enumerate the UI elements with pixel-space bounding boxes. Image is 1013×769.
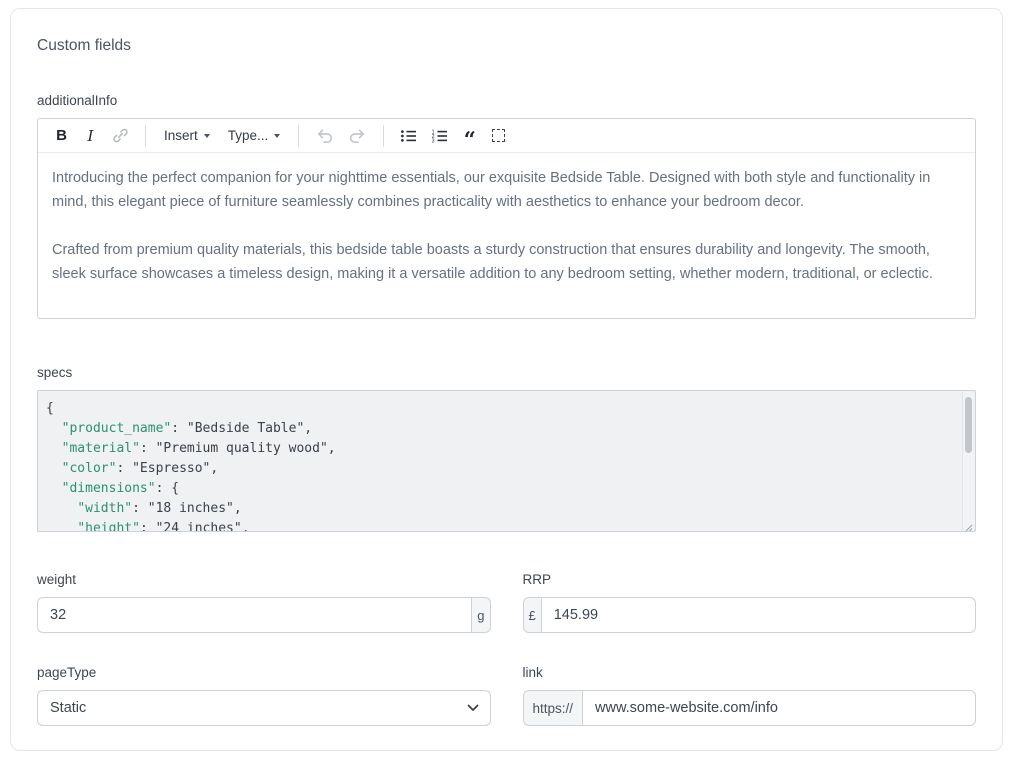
weight-unit-addon: g (471, 597, 490, 633)
rrp-input-group: £ (523, 597, 977, 633)
rrp-label: RRP (523, 572, 977, 587)
svg-text:3: 3 (432, 138, 435, 143)
rrp-input[interactable] (542, 597, 976, 633)
editor-paragraph: Crafted from premium quality materials, … (52, 238, 961, 286)
type-dropdown[interactable]: Type... (220, 123, 289, 149)
rich-text-toolbar: B I Insert Type. (38, 119, 975, 153)
numbered-list-icon: 123 (431, 128, 448, 144)
link-input[interactable] (583, 690, 976, 726)
type-dropdown-label: Type... (228, 128, 269, 143)
link-button[interactable] (106, 123, 135, 149)
italic-button[interactable]: I (77, 123, 104, 149)
insert-dropdown[interactable]: Insert (156, 123, 218, 149)
protocol-addon: https:// (523, 690, 584, 726)
currency-addon: £ (523, 597, 542, 633)
resize-handle-icon[interactable] (963, 519, 973, 529)
specs-scrollbar-thumb[interactable] (965, 397, 972, 453)
weight-label: weight (37, 572, 491, 587)
editor-paragraph: Introducing the perfect companion for yo… (52, 166, 961, 214)
specs-scrollbar[interactable] (962, 392, 974, 530)
bold-button[interactable]: B (48, 123, 75, 149)
bullet-list-icon (400, 128, 417, 144)
custom-fields-card: Custom fields additionalInfo B I (10, 8, 1003, 751)
specs-code: { "product_name": "Bedside Table", "mate… (38, 391, 975, 532)
redo-icon (348, 127, 367, 145)
rich-text-editor: B I Insert Type. (37, 118, 976, 319)
weight-input[interactable] (37, 597, 471, 633)
toolbar-divider (383, 125, 384, 147)
redo-button[interactable] (342, 123, 373, 149)
weight-input-group: g (37, 597, 491, 633)
caret-down-icon (274, 134, 280, 138)
card-title: Custom fields (37, 37, 976, 55)
editor-content[interactable]: Introducing the perfect companion for yo… (38, 153, 975, 318)
hr-block-button[interactable] (485, 123, 512, 149)
page-type-select-wrap: Static (37, 690, 491, 726)
toolbar-divider (145, 125, 146, 147)
page-type-select[interactable]: Static (37, 690, 491, 726)
bullet-list-button[interactable] (394, 123, 423, 149)
dashed-square-icon (492, 129, 505, 142)
specs-label: specs (37, 365, 976, 380)
link-label: link (523, 665, 977, 680)
specs-code-editor[interactable]: { "product_name": "Bedside Table", "mate… (37, 390, 976, 532)
undo-button[interactable] (309, 123, 340, 149)
undo-icon (315, 127, 334, 145)
link-input-group: https:// (523, 690, 977, 726)
toolbar-divider (298, 125, 299, 147)
caret-down-icon (204, 134, 210, 138)
chain-link-icon (112, 127, 129, 144)
additional-info-label: additionalInfo (37, 93, 976, 108)
page-type-label: pageType (37, 665, 491, 680)
insert-dropdown-label: Insert (164, 128, 198, 143)
numbered-list-button[interactable]: 123 (425, 123, 454, 149)
blockquote-button[interactable]: “ (456, 123, 483, 149)
